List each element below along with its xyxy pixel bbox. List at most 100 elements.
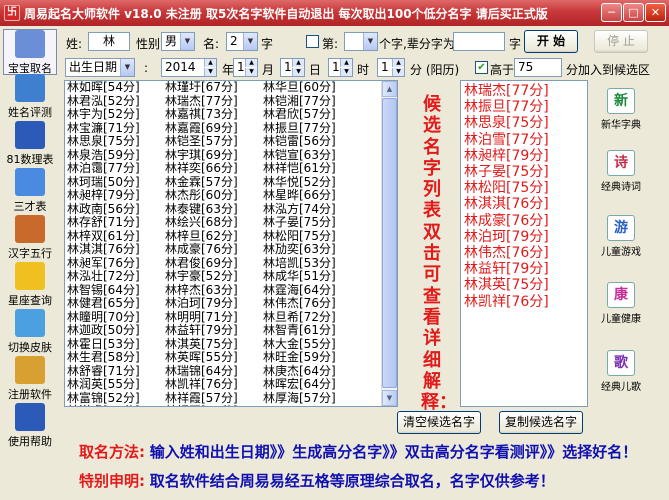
name-list-scrollbar[interactable]: ▲ ▼ [381, 81, 397, 406]
name-list-item[interactable]: 林振旦[77分] [263, 121, 336, 136]
clear-candidates-button[interactable]: 清空候选名字 [397, 411, 481, 434]
name-list-item[interactable]: 林健君[65分] [67, 296, 140, 311]
name-list-item[interactable]: 林杰彤[60分] [165, 188, 238, 203]
chevron-down-icon[interactable]: ▼ [245, 68, 257, 76]
date-type-select[interactable]: 出生日期 ▼ [65, 58, 135, 77]
name-list-item[interactable]: 林泊珂[79分] [165, 296, 238, 311]
close-button[interactable]: ✕ [645, 3, 666, 22]
day-stepper[interactable]: 1 ▲ ▼ [280, 58, 305, 77]
name-list-item[interactable]: 林铠宣[63分] [263, 148, 336, 163]
nav-help[interactable]: 使用帮助 [3, 403, 57, 449]
name-list-item[interactable]: 林益轩[79分] [165, 323, 238, 338]
gender-select[interactable]: 男 ▼ [161, 32, 195, 51]
name-list-item[interactable]: 林绘兴[68分] [165, 215, 238, 230]
nav-name-rating[interactable]: 姓名评测 [3, 74, 57, 120]
chevron-down-icon[interactable]: ▼ [392, 68, 404, 76]
above-score-checkbox[interactable]: ✔ [475, 61, 488, 74]
name-list-item[interactable]: 林思泉[75分] [67, 134, 140, 149]
candidate-list-item[interactable]: 林瑞杰[77分] [464, 83, 587, 99]
name-list-item[interactable]: 林存舒[71分] [67, 215, 140, 230]
scroll-down-icon[interactable]: ▼ [382, 390, 397, 406]
name-list-item[interactable]: 林明明[71分] [165, 310, 238, 325]
name-list-item[interactable]: 林华悦[52分] [263, 175, 336, 190]
name-list-item[interactable]: 林如晖[54分] [67, 81, 140, 95]
name-list-item[interactable]: 林祥霞[57分] [165, 391, 238, 406]
candidate-list-item[interactable]: 林泊珂[79分] [464, 229, 587, 245]
candidate-list-item[interactable]: 林昶梓[79分] [464, 148, 587, 164]
right-nav-item[interactable]: 歌经典儿歌 [592, 350, 650, 393]
chevron-down-icon[interactable]: ▼ [204, 68, 216, 76]
copy-candidates-button[interactable]: 复制候选名字 [499, 411, 583, 434]
right-nav-item[interactable]: 新新华字典 [592, 88, 650, 131]
chevron-down-icon[interactable]: ▼ [340, 68, 352, 76]
name-list-item[interactable]: 林君俊[69分] [165, 256, 238, 271]
name-list-item[interactable]: 林华旦[60分] [263, 81, 336, 95]
name-list-item[interactable]: 林泓壮[72分] [67, 269, 140, 284]
nav-baby-naming[interactable]: 宝宝取名 [3, 29, 57, 75]
name-list-item[interactable]: 林泰键[63分] [165, 202, 238, 217]
minimize-button[interactable]: ─ [601, 3, 622, 22]
maximize-button[interactable]: □ [623, 3, 644, 22]
chevron-up-icon[interactable]: ▲ [204, 59, 216, 67]
name-list-item[interactable]: 林松阳[75分] [263, 229, 336, 244]
name-list-item[interactable]: 林伟杰[76分] [263, 296, 336, 311]
name-list-item[interactable]: 林智锡[64分] [67, 283, 140, 298]
chevron-up-icon[interactable]: ▲ [392, 59, 404, 67]
name-list-item[interactable]: 林瑞锦[64分] [165, 364, 238, 379]
name-list-item[interactable]: 林培凯[53分] [263, 256, 336, 271]
chevron-up-icon[interactable]: ▲ [245, 59, 257, 67]
candidate-name-list[interactable]: 林瑞杰[77分] 林振旦[77分] 林思泉[75分] 林泊雪[77分] 林昶梓[79分]… [460, 80, 588, 407]
name-list-item[interactable]: 林生君[58分] [67, 350, 140, 365]
name-list-item[interactable]: 林润英[55分] [67, 377, 140, 392]
name-list-item[interactable]: 林政南[56分] [67, 202, 140, 217]
name-list-item[interactable]: 林瑾圩[67分] [165, 81, 238, 95]
name-list-item[interactable]: 林泊霭[77分] [67, 161, 140, 176]
nav-sancai-table[interactable]: 三才表 [3, 168, 57, 214]
name-list-item[interactable]: 林瑞杰[77分] [165, 94, 238, 109]
name-list-item[interactable]: 林宇为[52分] [67, 107, 140, 122]
chevron-up-icon[interactable]: ▲ [292, 59, 304, 67]
name-list-item[interactable]: 林凯祥[76分] [165, 377, 238, 392]
name-list-item[interactable]: 林泉浩[59分] [67, 148, 140, 163]
hour-stepper[interactable]: 1 ▲ ▼ [328, 58, 353, 77]
right-nav-item[interactable]: 康儿童健康 [592, 282, 650, 325]
name-length-select[interactable]: 2 ▼ [226, 32, 258, 51]
year-stepper[interactable]: 2014 ▲ ▼ [161, 58, 217, 77]
scroll-up-icon[interactable]: ▲ [382, 81, 397, 97]
candidate-list-item[interactable]: 林思泉[75分] [464, 115, 587, 131]
score-threshold-input[interactable]: 75 [514, 58, 562, 77]
name-list-item[interactable]: 林祥奕[66分] [165, 161, 238, 176]
name-list-item[interactable]: 林舒睿[71分] [67, 364, 140, 379]
candidate-list-item[interactable]: 林成豪[76分] [464, 213, 587, 229]
name-list-item[interactable]: 林厚海[57分] [263, 391, 336, 406]
name-list-item[interactable]: 林庚杰[64分] [263, 364, 336, 379]
name-list-item[interactable]: 林瞳明[70分] [67, 310, 140, 325]
surname-input[interactable]: 林 [88, 32, 130, 51]
nav-register[interactable]: 注册软件 [3, 356, 57, 402]
name-list-item[interactable]: 林成豪[76分] [165, 242, 238, 257]
name-list-item[interactable]: 林宝濂[71分] [67, 121, 140, 136]
name-list-item[interactable]: 林铠雷[56分] [263, 134, 336, 149]
name-list-item[interactable]: 林君欣[57分] [263, 107, 336, 122]
name-list-item[interactable]: 林晖宏[64分] [263, 377, 336, 392]
name-list-item[interactable]: 林君泓[52分] [67, 94, 140, 109]
name-list-item[interactable]: 林金霖[57分] [165, 175, 238, 190]
generation-checkbox[interactable] [306, 35, 319, 48]
position-select[interactable]: ▼ [344, 32, 378, 51]
chevron-down-icon[interactable]: ▼ [292, 68, 304, 76]
name-list-item[interactable]: 林昶梓[79分] [67, 188, 140, 203]
chevron-up-icon[interactable]: ▲ [340, 59, 352, 67]
name-list-item[interactable]: 林智青[61分] [263, 323, 336, 338]
nav-switch-skin[interactable]: 切换皮肤 [3, 309, 57, 355]
name-list-item[interactable]: 林梓杰[63分] [165, 283, 238, 298]
name-list-item[interactable]: 林淇淇[76分] [67, 242, 140, 257]
right-nav-item[interactable]: 诗经典诗词 [592, 150, 650, 193]
name-list-item[interactable]: 林嘉祺[73分] [165, 107, 238, 122]
name-list-item[interactable]: 林泓方[74分] [263, 202, 336, 217]
name-list-item[interactable]: 林英晖[55分] [165, 350, 238, 365]
generated-name-list[interactable]: 林如晖[54分] 林君泓[52分] 林宇为[52分] 林宝濂[71分] 林思泉[75分]… [64, 80, 398, 407]
minute-stepper[interactable]: 1 ▲ ▼ [377, 58, 405, 77]
candidate-list-item[interactable]: 林淇淇[76分] [464, 196, 587, 212]
name-list-item[interactable]: 林宇豪[52分] [165, 269, 238, 284]
name-list-item[interactable]: 林旦希[72分] [263, 310, 336, 325]
